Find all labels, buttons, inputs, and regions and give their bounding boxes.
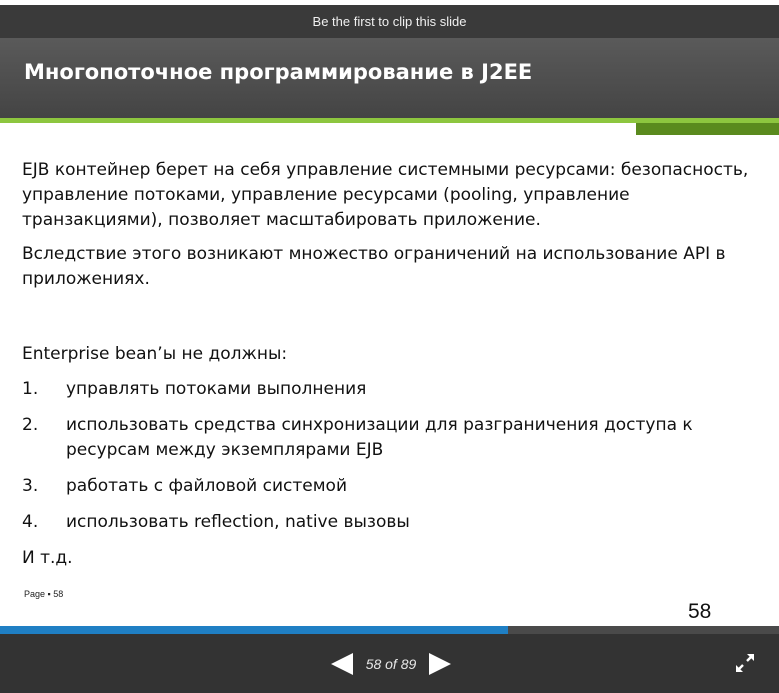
list-item-number: 2.: [22, 415, 39, 435]
slide-viewer: Be the first to clip this slide Многопот…: [0, 0, 779, 693]
progress-fill: [0, 626, 508, 634]
slide-number: 58: [688, 600, 712, 623]
slide-outro: И т.д.: [22, 548, 73, 568]
header-accent-block: [636, 123, 779, 135]
fullscreen-expand-icon[interactable]: [734, 652, 756, 674]
slide-header: Многопоточное программирование в J2EE: [0, 38, 779, 118]
progress-bar[interactable]: [0, 626, 779, 634]
list-item: 2. использовать средства синхронизации д…: [22, 413, 762, 463]
page-counter: 58 of 89: [365, 656, 417, 672]
next-arrow-icon[interactable]: [429, 653, 451, 675]
clip-slide-bar[interactable]: Be the first to clip this slide: [0, 5, 779, 38]
slide-body: EJB контейнер берет на себя управление с…: [22, 158, 762, 571]
slide-title: Многопоточное программирование в J2EE: [24, 60, 533, 84]
list-item-number: 3.: [22, 476, 39, 496]
prev-arrow-icon[interactable]: [331, 653, 353, 675]
list-item-text: использовать средства синхронизации для …: [66, 415, 693, 460]
list-item-text: работать с файловой системой: [66, 476, 348, 496]
list-item-text: использовать reflection, native вызовы: [66, 512, 410, 532]
player-controls: 58 of 89: [0, 634, 779, 693]
list-item: 1. управлять потоками выполнения: [22, 377, 762, 402]
list-item-number: 4.: [22, 512, 39, 532]
slide-paragraph: EJB контейнер берет на себя управление с…: [22, 160, 749, 230]
slide-paragraph: Вследствие этого возникают множество огр…: [22, 244, 726, 289]
list-item-text: управлять потоками выполнения: [66, 379, 367, 399]
page-footer: Page ▪ 58: [24, 589, 64, 599]
list-item: 3. работать с файловой системой: [22, 474, 762, 499]
list-intro: Enterprise bean’ы не должны:: [22, 344, 288, 364]
list-item: 4. использовать reflection, native вызов…: [22, 510, 762, 535]
list-item-number: 1.: [22, 379, 39, 399]
